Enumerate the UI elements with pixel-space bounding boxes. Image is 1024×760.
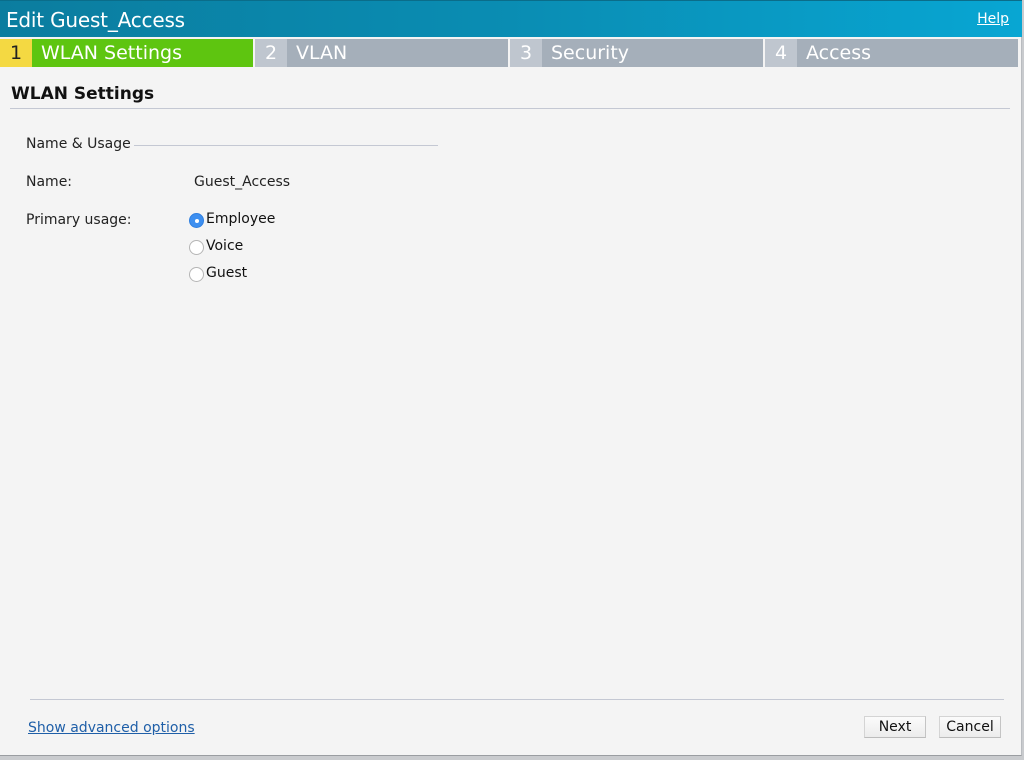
radio-label: Voice — [206, 237, 244, 254]
wizard-steps: 1 WLAN Settings 2 VLAN 3 Security 4 Acce… — [0, 39, 1020, 67]
step-security[interactable]: 3 Security — [510, 39, 763, 67]
heading-divider — [10, 108, 1010, 109]
step-number: 4 — [765, 39, 797, 67]
dialog-title: Edit Guest_Access — [6, 8, 185, 32]
radio-label: Guest — [206, 264, 248, 281]
step-label: Security — [542, 39, 763, 67]
step-label: Access — [797, 39, 1018, 67]
radio-button[interactable] — [189, 267, 204, 282]
step-number: 2 — [255, 39, 287, 67]
radio-button-checked[interactable] — [189, 213, 204, 228]
primary-usage-label: Primary usage: — [26, 212, 132, 228]
step-label: WLAN Settings — [32, 39, 253, 67]
edit-wlan-dialog: Edit Guest_Access Help 1 WLAN Settings 2… — [0, 0, 1022, 756]
show-advanced-options-link[interactable]: Show advanced options — [28, 720, 195, 736]
step-access[interactable]: 4 Access — [765, 39, 1018, 67]
group-legend: Name & Usage — [26, 136, 131, 152]
step-label: VLAN — [287, 39, 508, 67]
footer-divider — [30, 699, 1004, 700]
radio-voice[interactable]: Voice — [189, 236, 243, 255]
radio-label: Employee — [206, 210, 276, 227]
group-divider — [134, 145, 438, 146]
help-link[interactable]: Help — [977, 11, 1009, 27]
radio-button[interactable] — [189, 240, 204, 255]
name-value: Guest_Access — [194, 174, 291, 190]
step-vlan[interactable]: 2 VLAN — [255, 39, 508, 67]
section-heading: WLAN Settings — [11, 84, 155, 104]
step-number: 1 — [0, 39, 32, 67]
cancel-button[interactable]: Cancel — [939, 716, 1001, 738]
step-wlan-settings[interactable]: 1 WLAN Settings — [0, 39, 253, 67]
step-number: 3 — [510, 39, 542, 67]
radio-guest[interactable]: Guest — [189, 263, 247, 282]
next-button[interactable]: Next — [864, 716, 926, 738]
radio-employee[interactable]: Employee — [189, 209, 275, 228]
dialog-titlebar: Edit Guest_Access Help — [0, 0, 1022, 37]
name-label: Name: — [26, 174, 73, 190]
